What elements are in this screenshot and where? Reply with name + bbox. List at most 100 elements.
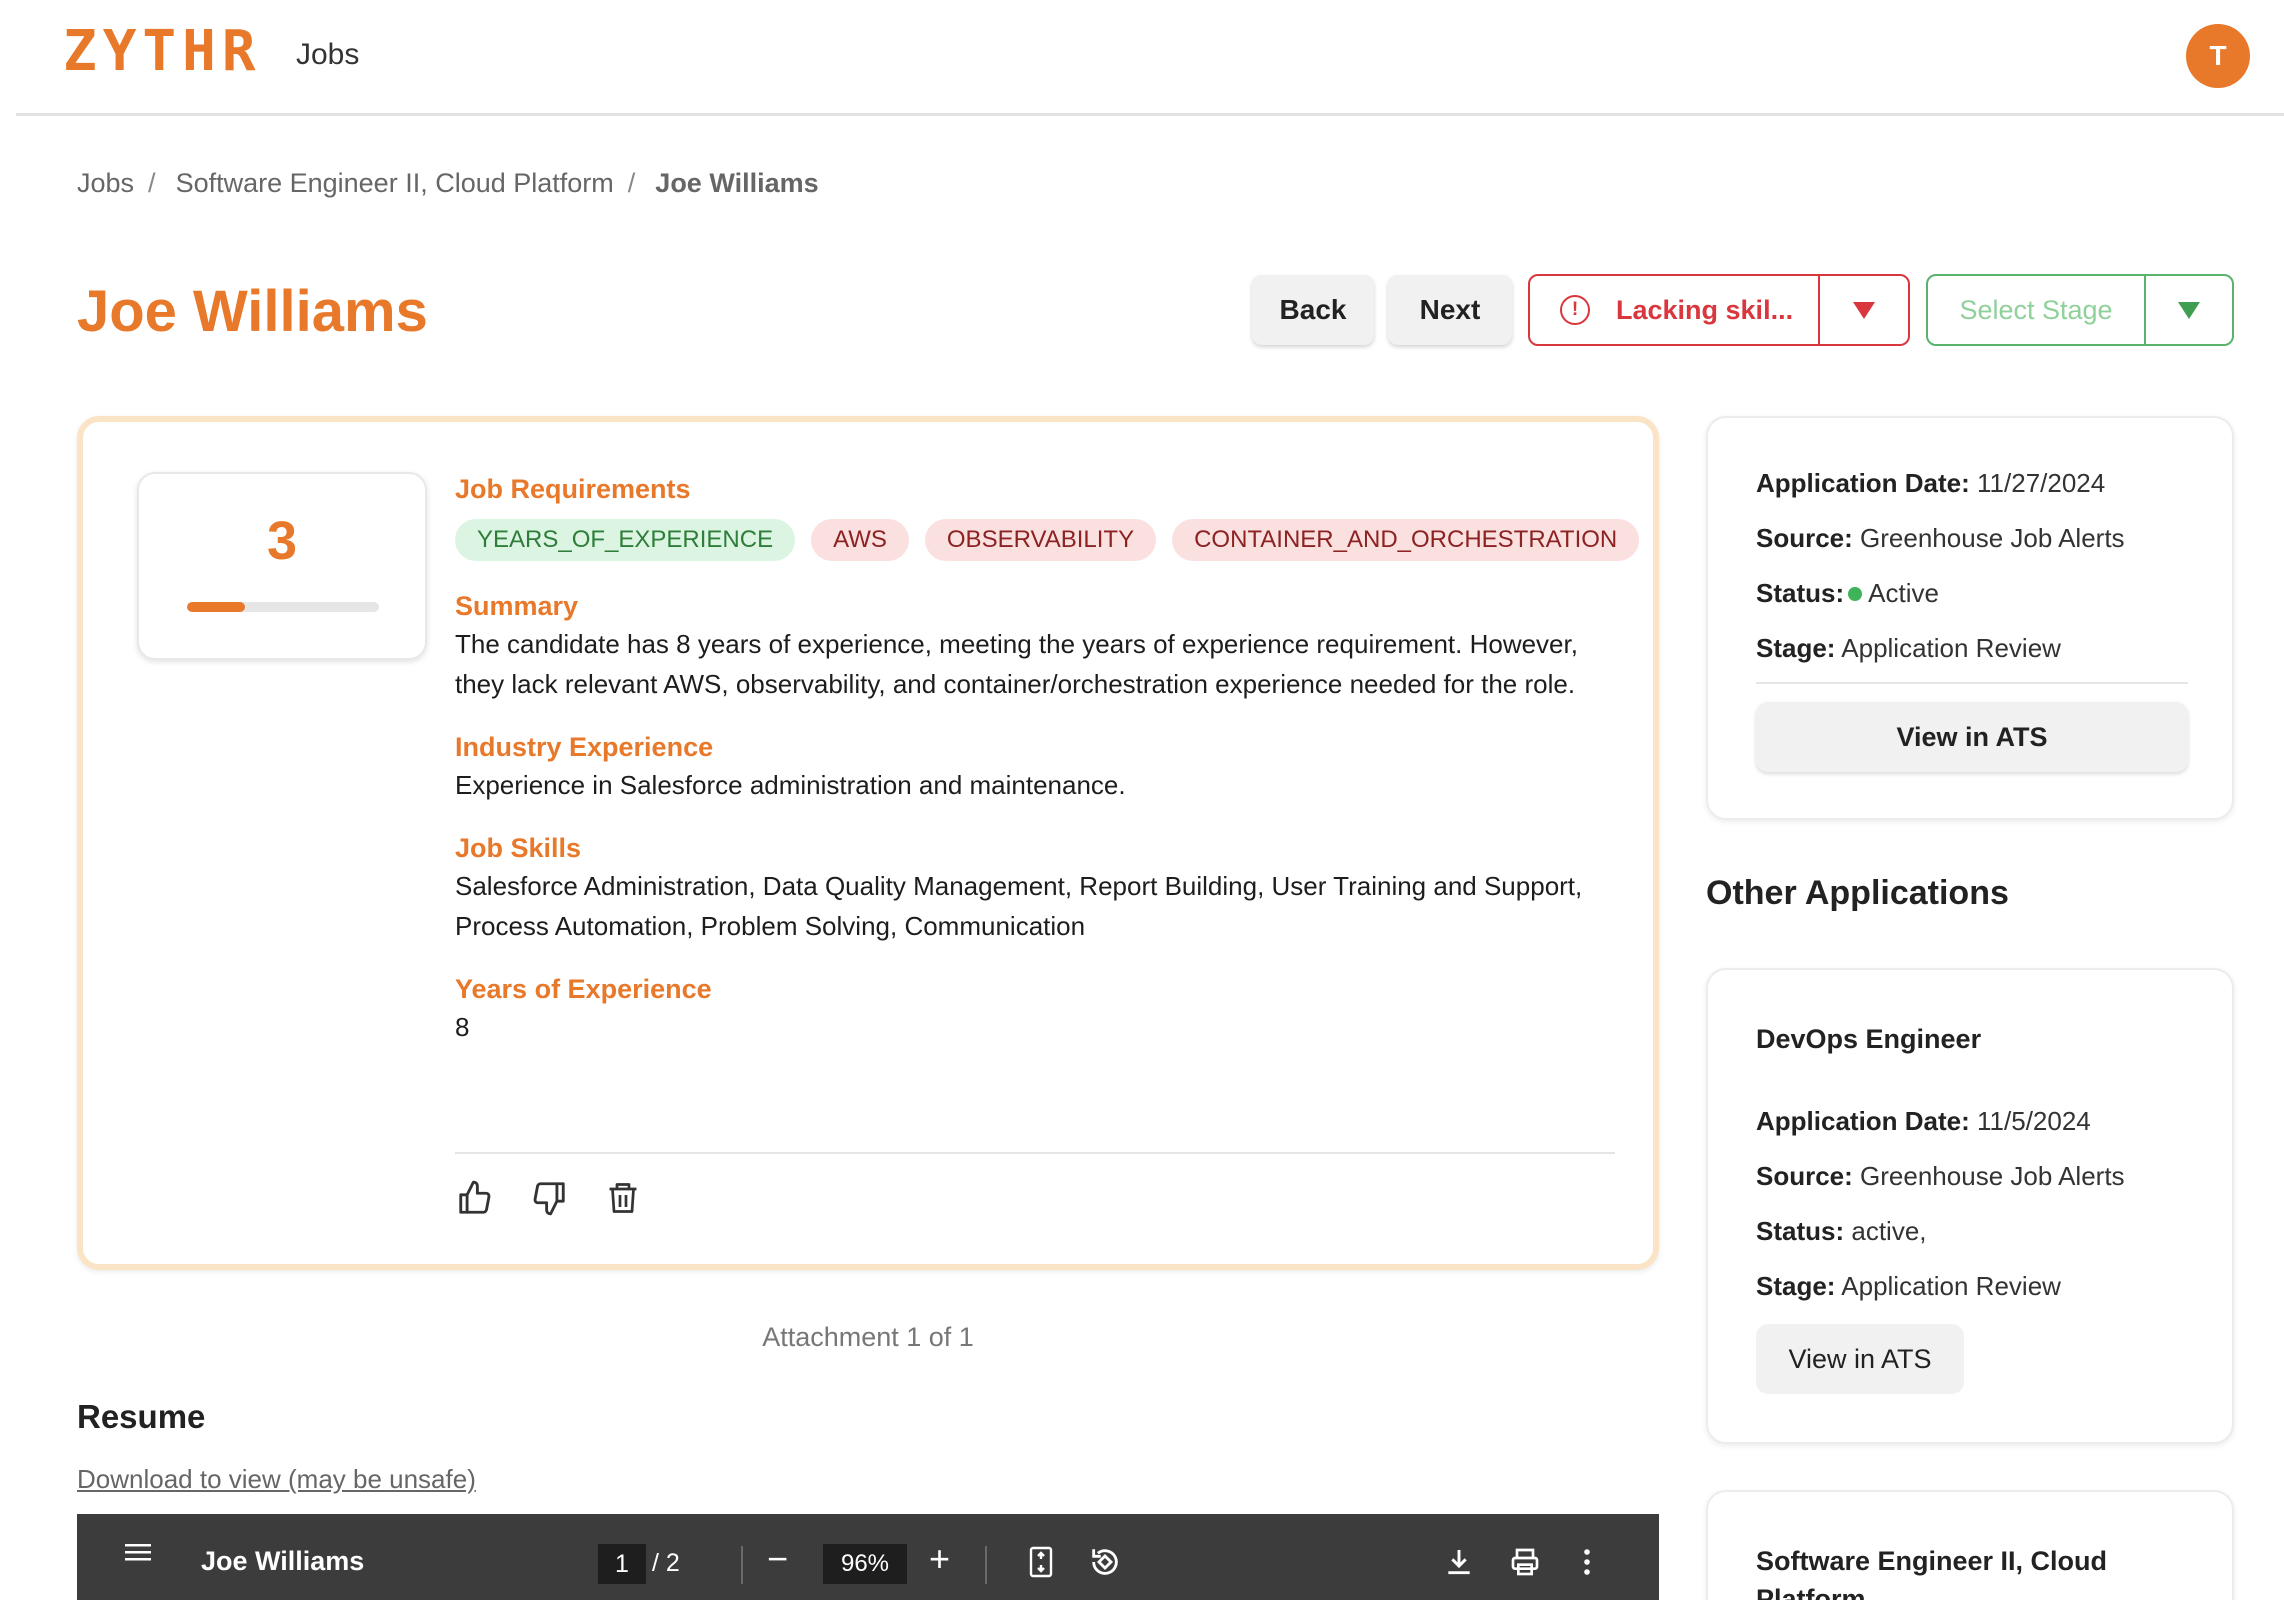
status-row: Status: active, xyxy=(1756,1216,1927,1247)
score-bar-fill xyxy=(187,602,245,612)
application-date-label: Application Date: xyxy=(1756,1106,1970,1136)
chevron-down-icon xyxy=(1853,301,1875,319)
status-row: Status: Active xyxy=(1756,578,1939,609)
stage-label: Stage: xyxy=(1756,1271,1836,1301)
pdf-viewer-toolbar: Joe Williams 1 / 2 − 96% + xyxy=(77,1514,1659,1600)
score-bar xyxy=(187,602,379,612)
top-navbar: ZYTHR Jobs T xyxy=(16,0,2284,116)
disqualify-reason-dropdown[interactable] xyxy=(1820,276,1908,344)
candidate-name-title: Joe Williams xyxy=(77,279,428,344)
nav-jobs-link[interactable]: Jobs xyxy=(296,38,359,72)
summary-text: The candidate has 8 years of experience,… xyxy=(455,629,1578,699)
evaluation-card: 3 Job Requirements YEARS_OF_EXPERIENCE AW… xyxy=(77,416,1659,1270)
user-avatar[interactable]: T xyxy=(2186,24,2250,88)
years-experience-label: Years of Experience xyxy=(455,974,712,1004)
application-date-row: Application Date: 11/5/2024 xyxy=(1756,1106,2091,1137)
pdf-page-input[interactable]: 1 xyxy=(598,1544,646,1584)
job-requirements-label: Job Requirements xyxy=(455,474,691,504)
source-value: Greenhouse Job Alerts xyxy=(1860,523,2125,553)
select-stage-button[interactable]: Select Stage xyxy=(1928,276,2146,344)
stage-dropdown[interactable] xyxy=(2146,276,2232,344)
zythr-logo[interactable]: ZYTHR xyxy=(63,24,262,80)
application-date-value: 11/5/2024 xyxy=(1977,1106,2091,1136)
download-resume-link[interactable]: Download to view (may be unsafe) xyxy=(77,1464,476,1495)
rotate-icon[interactable] xyxy=(1085,1542,1125,1582)
other-application-card: DevOps Engineer Application Date: 11/5/2… xyxy=(1706,968,2234,1444)
pdf-total-pages: / 2 xyxy=(652,1549,680,1577)
attachment-counter: Attachment 1 of 1 xyxy=(762,1322,974,1352)
status-dot-icon xyxy=(1848,587,1863,602)
source-label: Source: xyxy=(1756,1161,1853,1191)
breadcrumb-job-title[interactable]: Software Engineer II, Cloud Platform xyxy=(176,168,614,199)
thumbs-up-icon[interactable] xyxy=(455,1178,495,1218)
info-divider xyxy=(1756,682,2188,684)
disqualify-reason-label: Lacking skil... xyxy=(1616,294,1794,325)
thumbs-down-icon[interactable] xyxy=(529,1178,569,1218)
stage-row: Stage: Application Review xyxy=(1756,633,2061,664)
job-skills-text: Salesforce Administration, Data Quality … xyxy=(455,871,1583,941)
view-in-ats-button[interactable]: View in ATS xyxy=(1756,1324,1964,1394)
evaluation-content: Job Requirements YEARS_OF_EXPERIENCE AWS O… xyxy=(455,474,1640,1047)
menu-icon[interactable] xyxy=(123,1534,153,1573)
alert-circle-icon: ! xyxy=(1560,295,1590,325)
feedback-divider xyxy=(455,1152,1615,1154)
requirement-tag: AWS xyxy=(811,519,909,561)
next-button[interactable]: Next xyxy=(1388,275,1512,345)
zoom-level-input[interactable]: 96% xyxy=(823,1544,907,1584)
download-icon[interactable] xyxy=(1439,1542,1479,1582)
status-value: Active xyxy=(1868,578,1939,608)
other-applications-heading: Other Applications xyxy=(1706,874,2009,912)
stage-split-button: Select Stage xyxy=(1926,274,2234,346)
stage-value: Application Review xyxy=(1841,1271,2061,1301)
industry-experience-label: Industry Experience xyxy=(455,732,714,762)
feedback-actions xyxy=(455,1178,643,1218)
score-box: 3 xyxy=(137,472,427,660)
breadcrumb: Jobs / Software Engineer II, Cloud Platf… xyxy=(77,168,819,199)
requirement-tags: YEARS_OF_EXPERIENCE AWS OBSERVABILITY CONTA… xyxy=(455,519,1640,561)
breadcrumb-jobs[interactable]: Jobs xyxy=(77,168,134,199)
resume-heading: Resume xyxy=(77,1398,206,1435)
stage-label: Stage: xyxy=(1756,633,1836,663)
disqualify-reason-split-button: ! Lacking skil... xyxy=(1528,274,1910,346)
other-application-job-title: DevOps Engineer xyxy=(1756,1024,1982,1054)
toolbar-divider xyxy=(985,1546,987,1584)
requirement-tag: OBSERVABILITY xyxy=(924,519,1157,561)
breadcrumb-candidate: Joe Williams xyxy=(655,168,819,198)
logo-text: ZYTHR xyxy=(63,19,262,84)
summary-label: Summary xyxy=(455,591,579,621)
score-value: 3 xyxy=(266,511,298,571)
fit-page-icon[interactable] xyxy=(1021,1542,1061,1582)
status-value: active, xyxy=(1851,1216,1927,1246)
source-row: Source: Greenhouse Job Alerts xyxy=(1756,1161,2125,1192)
disqualify-reason-button[interactable]: ! Lacking skil... xyxy=(1530,276,1820,344)
back-button[interactable]: Back xyxy=(1252,275,1374,345)
breadcrumb-separator: / xyxy=(627,168,636,198)
stage-row: Stage: Application Review xyxy=(1756,1271,2061,1302)
view-in-ats-button[interactable]: View in ATS xyxy=(1756,702,2188,772)
source-row: Source: Greenhouse Job Alerts xyxy=(1756,523,2125,554)
requirement-tag: CONTAINER_AND_ORCHESTRATION xyxy=(1172,519,1640,561)
industry-experience-text: Experience in Salesforce administration … xyxy=(455,770,1126,800)
application-date-row: Application Date: 11/27/2024 xyxy=(1756,468,2105,499)
status-label: Status: xyxy=(1756,1216,1845,1246)
application-info-card: Application Date: 11/27/2024 Source: Gre… xyxy=(1706,416,2234,820)
job-skills-label: Job Skills xyxy=(455,833,582,863)
source-value: Greenhouse Job Alerts xyxy=(1860,1161,2125,1191)
status-label: Status: xyxy=(1756,578,1845,608)
more-options-icon[interactable] xyxy=(1567,1542,1607,1582)
years-experience-value: 8 xyxy=(455,1012,470,1042)
other-application-card: Software Engineer II, Cloud Platform xyxy=(1706,1490,2234,1600)
zoom-in-button[interactable]: + xyxy=(929,1538,950,1580)
requirement-tag: YEARS_OF_EXPERIENCE xyxy=(455,519,796,561)
print-icon[interactable] xyxy=(1505,1542,1545,1582)
trash-icon[interactable] xyxy=(603,1178,643,1218)
zoom-out-button[interactable]: − xyxy=(767,1538,788,1580)
stage-value: Application Review xyxy=(1841,633,2061,663)
chevron-down-icon xyxy=(2178,301,2200,319)
source-label: Source: xyxy=(1756,523,1853,553)
application-date-value: 11/27/2024 xyxy=(1977,468,2106,498)
application-date-label: Application Date: xyxy=(1756,468,1970,498)
breadcrumb-separator: / xyxy=(148,168,156,198)
pdf-file-name: Joe Williams xyxy=(201,1546,365,1576)
other-application-job-title: Software Engineer II, Cloud Platform xyxy=(1756,1546,2108,1600)
